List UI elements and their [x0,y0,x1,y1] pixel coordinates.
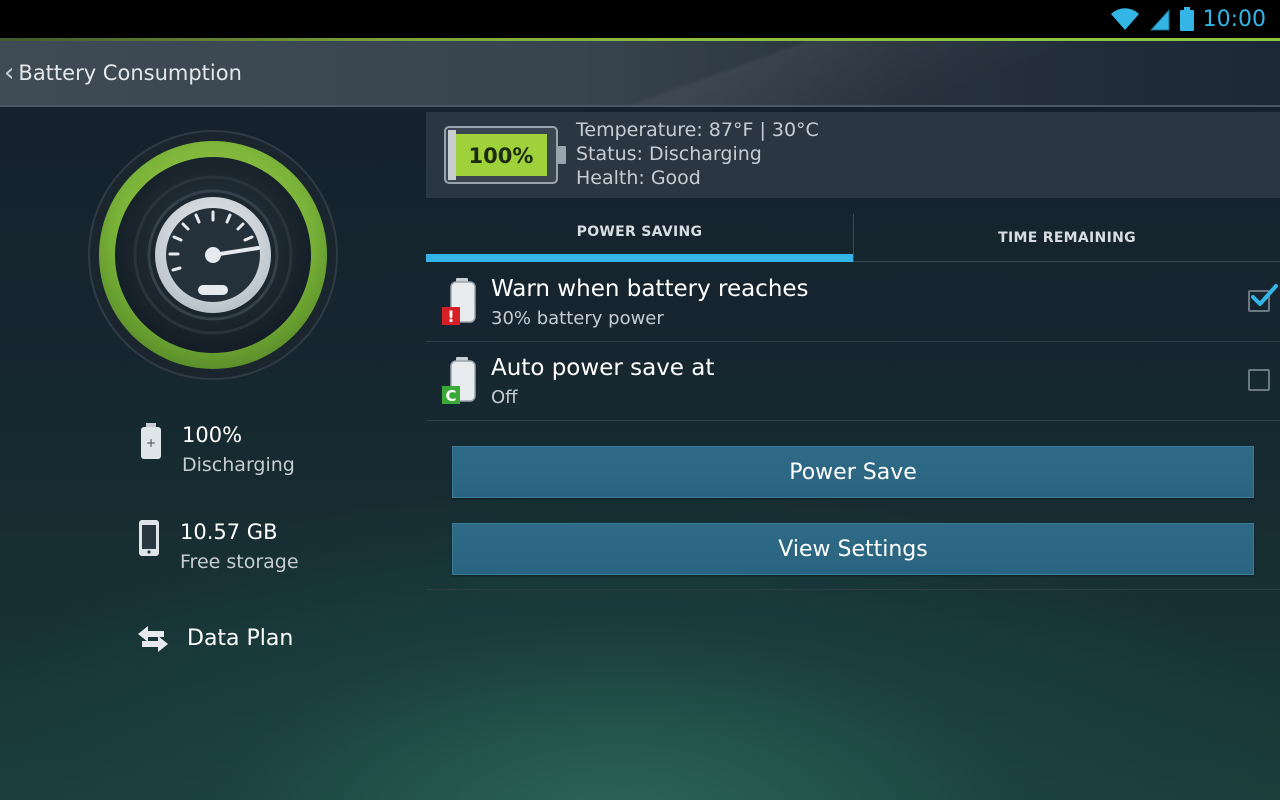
stat-battery-text: 100% Discharging [182,420,295,480]
chevron-left-icon: ‹ [4,58,15,88]
svg-text:+: + [146,436,156,450]
stat-storage-text: 10.57 GB Free storage [180,517,299,577]
data-plan-label: Data Plan [187,626,294,651]
signal-icon [1149,8,1170,31]
setting-auto-subtitle: Off [491,387,518,408]
stat-battery-label: Discharging [182,454,295,476]
view-settings-button[interactable]: View Settings [452,523,1254,575]
battery-level-text: 100% [469,144,534,168]
speedometer-gauge[interactable] [88,130,338,380]
battery-info-card: 100% Temperature: 87°F | 30°C Status: Di… [426,112,1280,198]
battery-details: Temperature: 87°F | 30°C Status: Dischar… [576,118,819,190]
status-time: 10:00 [1202,6,1266,32]
wifi-icon [1110,8,1139,30]
battery-warning-icon: ! [442,278,476,326]
setting-warn-title: Warn when battery reaches [491,276,809,302]
stat-battery-value: 100% [182,423,243,447]
setting-auto-power-save[interactable]: C Auto power save at Off [426,342,1280,421]
power-save-button[interactable]: Power Save [452,446,1254,498]
status-icons: 10:00 [1109,0,1266,38]
transfer-arrows-icon [134,622,172,656]
data-plan-link[interactable]: Data Plan [134,622,293,656]
battery-powersave-icon: C [442,357,476,405]
setting-warn-subtitle: 30% battery power [491,308,664,329]
auto-power-save-checkbox[interactable] [1248,369,1270,391]
stat-storage-value: 10.57 GB [180,520,278,544]
warn-checkbox[interactable] [1248,284,1278,312]
checkmark-icon [1251,284,1278,306]
setting-auto-title: Auto power save at [491,355,715,381]
stat-storage: 10.57 GB Free storage [134,517,299,577]
phone-icon [134,517,164,559]
divider [426,589,1280,590]
stat-battery: + 100% Discharging [136,420,295,480]
page-title: Battery Consumption [18,61,242,85]
svg-text:C: C [445,387,456,405]
battery-icon: + [136,420,166,462]
data-plan-text: Data Plan [187,622,293,656]
battery-health: Health: Good [576,167,701,189]
stat-storage-label: Free storage [180,551,299,573]
back-button[interactable]: ‹ Battery Consumption [0,41,242,105]
battery-icon [1179,7,1194,31]
tab-time-remaining[interactable]: TIME REMAINING [853,214,1280,262]
tab-power-saving[interactable]: POWER SAVING [426,202,853,262]
tab-selected-indicator [426,254,853,262]
svg-text:!: ! [447,307,454,326]
tab-bar: POWER SAVING TIME REMAINING [426,202,1280,262]
status-bar: 10:00 [0,0,1280,38]
battery-temperature: Temperature: 87°F | 30°C [576,119,819,141]
battery-status: Status: Discharging [576,143,762,165]
battery-level-graphic: 100% [444,126,566,184]
action-bar: ‹ Battery Consumption [0,41,1280,107]
setting-warn-battery[interactable]: ! Warn when battery reaches 30% battery … [426,263,1280,342]
